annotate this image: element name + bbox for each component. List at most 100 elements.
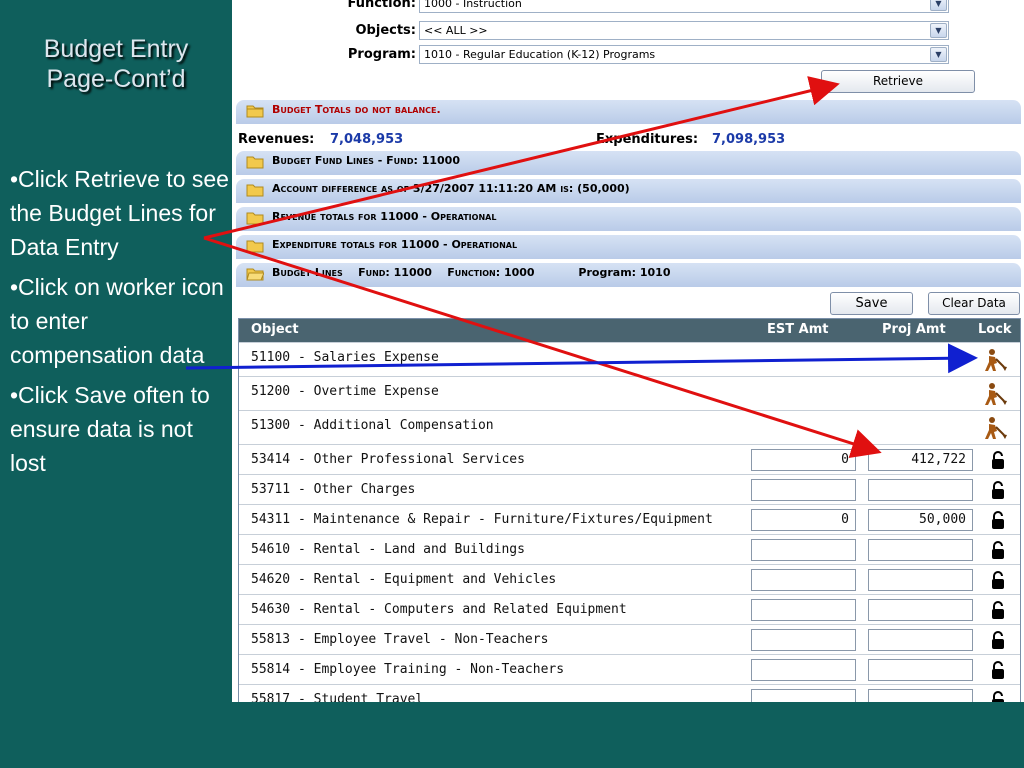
table-header: Object EST Amt Proj Amt Lock xyxy=(239,319,1020,342)
lock-icon[interactable] xyxy=(991,660,1005,680)
program-select-value: 1010 - Regular Education (K-12) Programs xyxy=(424,48,656,61)
objects-select-value: << ALL >> xyxy=(424,24,488,37)
object-name: 55814 - Employee Training - Non-Teachers xyxy=(251,662,565,677)
totals-row: Revenues: 7,048,953 Expenditures: 7,098,… xyxy=(238,132,1018,150)
expenditures-label: Expenditures: xyxy=(596,132,699,147)
slide-title-line1: Budget Entry xyxy=(43,35,189,63)
section-revenue-totals[interactable]: Revenue totals for 11000 - Operational xyxy=(236,207,1021,231)
est-amt-input[interactable] xyxy=(751,689,856,702)
est-amt-input[interactable] xyxy=(751,659,856,681)
folder-icon xyxy=(246,212,264,225)
bullet-list: •Click Retrieve to see the Budget Lines … xyxy=(10,162,232,486)
est-amt-input[interactable] xyxy=(751,479,856,501)
chevron-down-icon[interactable]: ▼ xyxy=(930,23,947,38)
est-amt-input[interactable]: 0 xyxy=(751,509,856,531)
section-expenditure-totals-label: Expenditure totals for 11000 - Operation… xyxy=(272,238,518,251)
lock-icon[interactable] xyxy=(991,690,1005,702)
table-row: 51300 - Additional Compensation xyxy=(239,410,1020,444)
proj-amt-input[interactable] xyxy=(868,569,973,591)
lock-icon[interactable] xyxy=(991,510,1005,530)
budget-lines-table: Object EST Amt Proj Amt Lock 51100 - Sal… xyxy=(238,318,1021,702)
section-budget-lines-label: Budget Lines Fund: 11000 Function: 1000 xyxy=(272,266,535,279)
lock-icon[interactable] xyxy=(991,600,1005,620)
section-account-difference[interactable]: Account difference as of 3/27/2007 11:11… xyxy=(236,179,1021,203)
slide-title-line2: Page-Cont’d xyxy=(46,65,186,93)
est-amt-input[interactable]: 0 xyxy=(751,449,856,471)
objects-filter-row: Objects: << ALL >> ▼ xyxy=(232,21,1024,43)
object-name: 54311 - Maintenance & Repair - Furniture… xyxy=(251,512,713,527)
chevron-down-icon[interactable]: ▼ xyxy=(930,47,947,62)
folder-open-icon xyxy=(246,268,264,281)
header-lock: Lock xyxy=(978,322,1012,337)
function-label: Function: xyxy=(347,0,416,11)
section-warning[interactable]: Budget Totals do not balance. xyxy=(236,100,1021,124)
bullet-save: •Click Save often to ensure data is not … xyxy=(10,382,210,476)
proj-amt-input[interactable]: 412,722 xyxy=(868,449,973,471)
lock-icon[interactable] xyxy=(991,630,1005,650)
proj-amt-input[interactable] xyxy=(868,479,973,501)
program-filter-row: Program: 1010 - Regular Education (K-12)… xyxy=(232,45,1024,67)
section-budget-lines-program: Program: 1010 xyxy=(578,266,671,279)
function-select[interactable]: 1000 - Instruction ▼ xyxy=(419,0,949,13)
object-name: 54610 - Rental - Land and Buildings xyxy=(251,542,525,557)
retrieve-button[interactable]: Retrieve xyxy=(821,70,975,93)
section-warning-label: Budget Totals do not balance. xyxy=(272,103,441,116)
lock-icon[interactable] xyxy=(991,450,1005,470)
app-screenshot: Function: 1000 - Instruction ▼ Objects: … xyxy=(232,0,1024,702)
expenditures-value: 7,098,953 xyxy=(712,132,786,147)
object-name: 55817 - Student Travel xyxy=(251,692,424,702)
proj-amt-input[interactable] xyxy=(868,539,973,561)
bullet-retrieve: •Click Retrieve to see the Budget Lines … xyxy=(10,166,229,260)
section-fund-lines[interactable]: Budget Fund Lines - Fund: 11000 xyxy=(236,151,1021,175)
proj-amt-input[interactable] xyxy=(868,659,973,681)
table-row: 51100 - Salaries Expense xyxy=(239,342,1020,376)
worker-icon[interactable] xyxy=(983,415,1009,441)
lock-icon[interactable] xyxy=(991,480,1005,500)
chevron-down-icon[interactable]: ▼ xyxy=(930,0,947,11)
section-fund-lines-label: Budget Fund Lines - Fund: 11000 xyxy=(272,154,460,167)
object-name: 54630 - Rental - Computers and Related E… xyxy=(251,602,627,617)
table-row: 54620 - Rental - Equipment and Vehicles xyxy=(239,564,1020,594)
folder-icon xyxy=(246,156,264,169)
folder-icon xyxy=(246,184,264,197)
clear-data-button[interactable]: Clear Data xyxy=(928,292,1020,315)
slide-title: Budget Entry Page-Cont’d xyxy=(0,34,232,94)
folder-icon xyxy=(246,105,264,118)
program-label: Program: xyxy=(347,47,416,62)
table-row: 55814 - Employee Training - Non-Teachers xyxy=(239,654,1020,684)
table-row: 55813 - Employee Travel - Non-Teachers xyxy=(239,624,1020,654)
proj-amt-input[interactable] xyxy=(868,629,973,651)
object-name: 53414 - Other Professional Services xyxy=(251,452,525,467)
header-est-amt: EST Amt xyxy=(767,322,829,337)
est-amt-input[interactable] xyxy=(751,599,856,621)
revenues-value: 7,048,953 xyxy=(330,132,404,147)
est-amt-input[interactable] xyxy=(751,569,856,591)
lock-icon[interactable] xyxy=(991,540,1005,560)
proj-amt-input[interactable]: 50,000 xyxy=(868,509,973,531)
header-object: Object xyxy=(251,322,299,337)
worker-icon[interactable] xyxy=(983,347,1009,373)
save-button[interactable]: Save xyxy=(830,292,913,315)
est-amt-input[interactable] xyxy=(751,539,856,561)
object-name: 51100 - Salaries Expense xyxy=(251,350,439,365)
est-amt-input[interactable] xyxy=(751,629,856,651)
function-select-value: 1000 - Instruction xyxy=(424,0,522,10)
revenues-label: Revenues: xyxy=(238,132,315,147)
function-filter-row: Function: 1000 - Instruction ▼ xyxy=(232,0,1024,16)
objects-select[interactable]: << ALL >> ▼ xyxy=(419,21,949,40)
table-row: 53711 - Other Charges xyxy=(239,474,1020,504)
table-row: 53414 - Other Professional Services 0 41… xyxy=(239,444,1020,474)
table-row: 55817 - Student Travel xyxy=(239,684,1020,702)
section-expenditure-totals[interactable]: Expenditure totals for 11000 - Operation… xyxy=(236,235,1021,259)
header-proj-amt: Proj Amt xyxy=(882,322,946,337)
object-name: 53711 - Other Charges xyxy=(251,482,416,497)
proj-amt-input[interactable] xyxy=(868,599,973,621)
section-budget-lines[interactable]: Budget Lines Fund: 11000 Function: 1000 … xyxy=(236,263,1021,287)
lock-icon[interactable] xyxy=(991,570,1005,590)
proj-amt-input[interactable] xyxy=(868,689,973,702)
object-name: 51200 - Overtime Expense xyxy=(251,384,439,399)
object-name: 51300 - Additional Compensation xyxy=(251,418,494,433)
table-row: 51200 - Overtime Expense xyxy=(239,376,1020,410)
worker-icon[interactable] xyxy=(983,381,1009,407)
program-select[interactable]: 1010 - Regular Education (K-12) Programs… xyxy=(419,45,949,64)
